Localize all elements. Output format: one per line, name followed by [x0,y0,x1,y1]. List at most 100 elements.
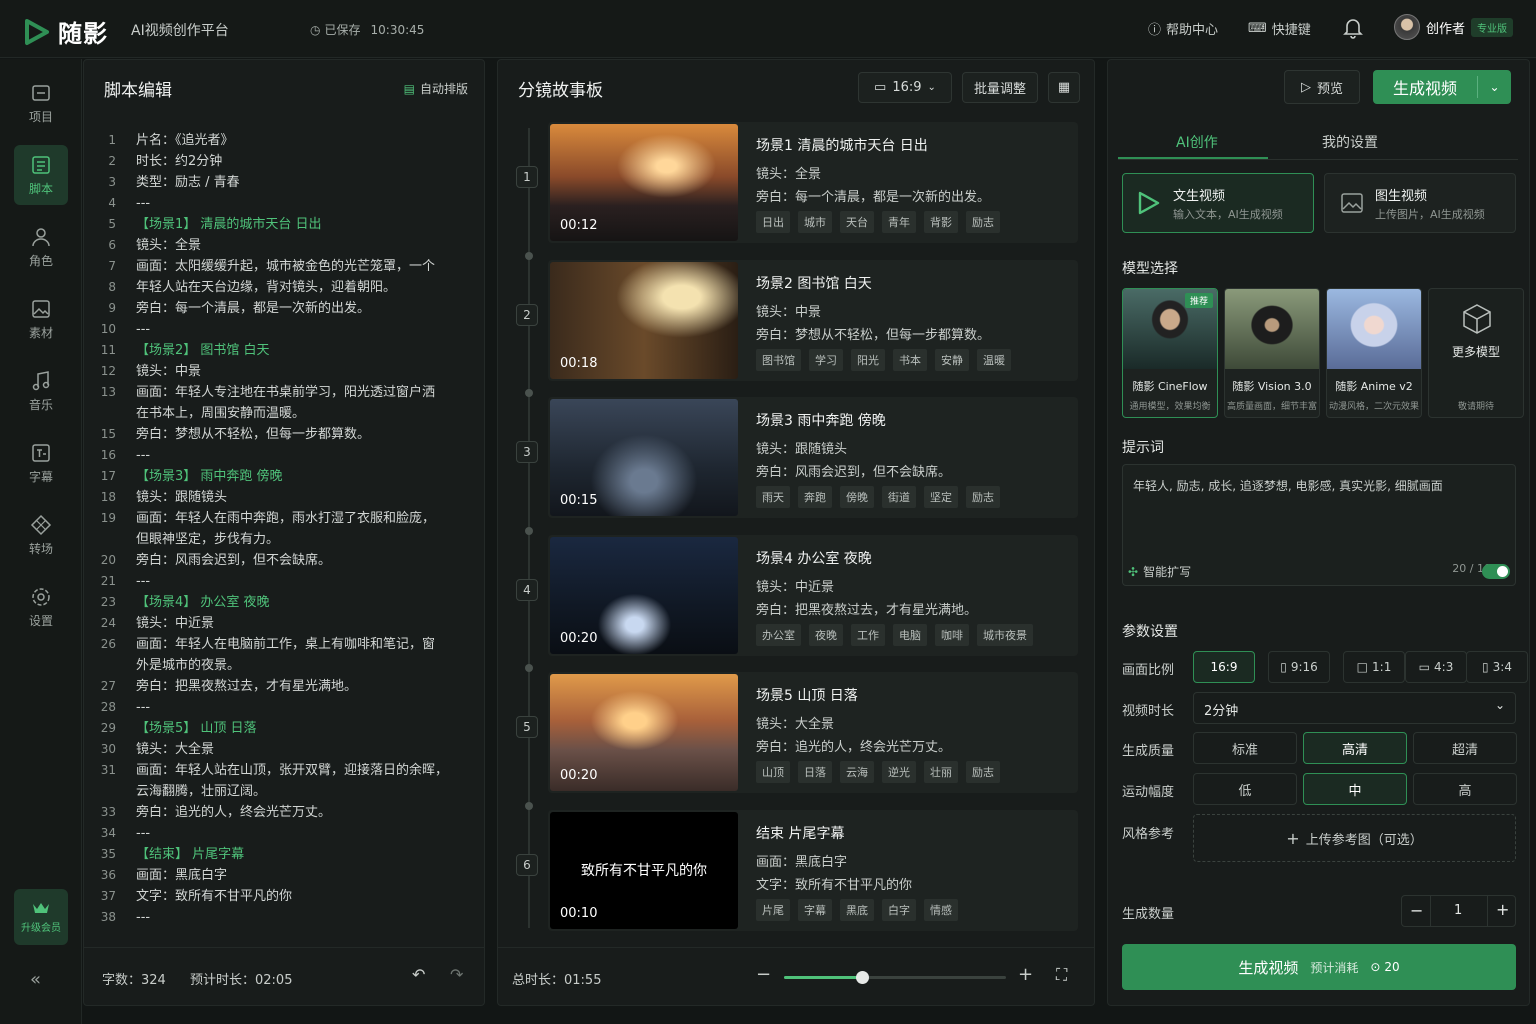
model-cineflow[interactable]: 推荐 随影 CineFlow 通用模型，效果均衡 [1122,288,1218,418]
grid-view-icon[interactable]: ▦ [1048,72,1080,103]
motion-high[interactable]: 高 [1413,773,1517,805]
zoom-slider[interactable] [784,971,1006,984]
scene-tag[interactable]: 办公室 [756,623,801,646]
scene-card[interactable]: 00:20 场景5 山顶 日落 镜头：大全景 旁白：追光的人，终会光芒万丈。 山顶 日落云… [548,672,1078,793]
scene-thumbnail[interactable]: 00:18 [550,261,738,379]
zoom-out-icon[interactable]: − [756,964,771,985]
scene-tag[interactable]: 背影 [924,211,958,233]
scene-card[interactable]: 00:20 场景4 办公室 夜晚 镜头：中近景 旁白：把黑夜熬过去，才有星光满地。 办公… [548,534,1078,656]
model-vision[interactable]: 随影 Vision 3.0 高质量画面，细节丰富 [1224,288,1320,418]
scene-tag[interactable]: 日落 [798,761,832,783]
scene-tag[interactable]: 励志 [966,761,1000,783]
scene-tag[interactable]: 天台 [840,211,874,233]
sidebar-item-settings[interactable]: 设置 [14,577,68,637]
user-menu[interactable]: 创作者 专业版 [1394,14,1514,40]
ratio-1-1[interactable]: □ 1:1 [1343,651,1405,683]
shortcut-link[interactable]: ⌨ 快捷键 [1248,19,1311,38]
scene-tag[interactable]: 夜晚 [809,623,843,646]
scene-tag[interactable]: 坚定 [924,486,958,508]
fullscreen-icon[interactable]: ⛶ [1056,965,1067,985]
ratio-16-9[interactable]: 16:9 [1193,651,1255,683]
duration-select[interactable]: 2分钟 ⌄ [1193,692,1516,724]
count-stepper[interactable]: − 1 + [1401,895,1516,927]
scene-tag[interactable]: 电脑 [893,623,927,646]
scene-thumbnail[interactable]: 致所有不甘平凡的你 00:10 [550,811,738,929]
scene-card[interactable]: 00:15 场景3 雨中奔跑 傍晚 镜头：跟随镜头 旁白：风雨会迟到，但不会缺席。 雨天… [548,397,1078,518]
sidebar-item-script[interactable]: 脚本 [14,145,68,205]
redo-icon[interactable]: ↷ [450,965,463,984]
help-center-link[interactable]: ⓘ 帮助中心 [1148,19,1218,38]
scene-tag[interactable]: 傍晚 [840,486,874,508]
scene-tag[interactable]: 城市 [798,211,832,233]
scene-tag[interactable]: 情感 [924,898,958,921]
upload-reference-button[interactable]: + 上传参考图（可选） [1193,814,1516,862]
motion-mid[interactable]: 中 [1303,773,1407,805]
chevron-down-icon[interactable]: ⌄ [1478,80,1511,94]
scene-tag[interactable]: 雨天 [756,486,790,508]
ratio-3-4[interactable]: ▯ 3:4 [1466,651,1528,683]
scene-tag[interactable]: 奔跑 [798,486,832,508]
scene-thumbnail[interactable]: 00:20 [550,674,738,791]
scene-card[interactable]: 致所有不甘平凡的你 00:10 结束 片尾字幕 画面：黑底白字 文字：致所有不甘平凡的你… [548,809,1078,931]
scene-tag[interactable]: 山顶 [756,761,790,783]
sidebar-item-asset[interactable]: 素材 [14,289,68,349]
quality-standard[interactable]: 标准 [1193,732,1297,764]
scene-card[interactable]: 00:18 场景2 图书馆 白天 镜头：中景 旁白：梦想从不轻松，但每一步都算数。 图书… [548,259,1078,381]
sidebar-item-project[interactable]: 项目 [14,73,68,133]
text-to-video-mode[interactable]: 文生视频 输入文本，AI生成视频 [1122,173,1314,233]
auto-layout-button[interactable]: ▤ 自动排版 [404,80,468,97]
scene-tag[interactable]: 日出 [756,211,790,233]
plus-icon[interactable]: + [1496,900,1509,919]
undo-icon[interactable]: ↶ [412,965,425,984]
ratio-9-16[interactable]: ▯ 9:16 [1268,651,1330,683]
zoom-in-icon[interactable]: + [1018,964,1033,985]
scene-thumbnail[interactable]: 00:12 [550,124,738,241]
quality-hd[interactable]: 高清 [1303,732,1407,764]
scene-tag[interactable]: 励志 [966,486,1000,508]
model-anime[interactable]: 随影 Anime v2 动漫风格，二次元效果 [1326,288,1422,418]
tab-my-settings[interactable]: 我的设置 [1322,132,1378,152]
quality-ultra[interactable]: 超清 [1413,732,1517,764]
minus-icon[interactable]: − [1410,901,1423,920]
scene-thumbnail[interactable]: 00:15 [550,399,738,516]
scene-card[interactable]: 00:12 场景1 清晨的城市天台 日出 镜头：全景 旁白：每一个清晨，都是一次新的出… [548,122,1078,243]
sidebar-item-subtitle[interactable]: 字幕 [14,433,68,493]
more-models[interactable]: 更多模型 敬请期待 [1428,288,1524,418]
bell-icon[interactable] [1343,17,1363,39]
tab-ai-create[interactable]: AI创作 [1176,132,1218,152]
scene-tag[interactable]: 温暖 [977,348,1011,371]
sidebar-item-music[interactable]: 音乐 [14,361,68,421]
preview-button[interactable]: ▷ 预览 [1284,70,1360,104]
scene-tag[interactable]: 青年 [882,211,916,233]
scene-tag[interactable]: 字幕 [798,898,832,921]
scene-tag[interactable]: 咖啡 [935,623,969,646]
app-logo[interactable]: 随影 [24,14,108,49]
sidebar-item-transition[interactable]: 转场 [14,505,68,565]
scene-tag[interactable]: 白字 [882,898,916,921]
scene-tag[interactable]: 图书馆 [756,348,801,371]
scene-tag[interactable]: 街道 [882,486,916,508]
scene-tag[interactable]: 阳光 [851,348,885,371]
batch-adjust-button[interactable]: 批量调整 [962,72,1038,103]
upgrade-button[interactable]: 升级会员 [14,889,68,945]
scene-tag[interactable]: 黑底 [840,898,874,921]
sidebar-item-character[interactable]: 角色 [14,217,68,277]
scene-tag[interactable]: 学习 [809,348,843,371]
generate-video-button[interactable]: 生成视频 ⌄ [1373,70,1511,104]
scene-tag[interactable]: 逆光 [882,761,916,783]
scene-tag[interactable]: 安静 [935,348,969,371]
scene-tag[interactable]: 城市夜景 [977,623,1033,646]
scene-tag[interactable]: 云海 [840,761,874,783]
smart-expand-toggle[interactable] [1482,564,1510,579]
scene-tag[interactable]: 壮丽 [924,761,958,783]
motion-low[interactable]: 低 [1193,773,1297,805]
image-to-video-mode[interactable]: 图生视频 上传图片，AI生成视频 [1324,173,1516,233]
scene-tag[interactable]: 工作 [851,623,885,646]
ratio-4-3[interactable]: ▭ 4:3 [1405,651,1467,683]
generate-video-main-button[interactable]: 生成视频 预计消耗 ⊙ 20 [1122,944,1516,990]
collapse-sidebar-button[interactable]: « [30,969,41,990]
script-editor[interactable]: 1 片名：《追光者》 2 时长：约2分钟 3 类型：励志 / 青春 4 --- 5 【场景1】 清… [84,130,484,928]
aspect-ratio-select[interactable]: ▭ 16:9 ⌄ [858,72,952,103]
scene-tag[interactable]: 励志 [966,211,1000,233]
scene-tag[interactable]: 片尾 [756,898,790,921]
